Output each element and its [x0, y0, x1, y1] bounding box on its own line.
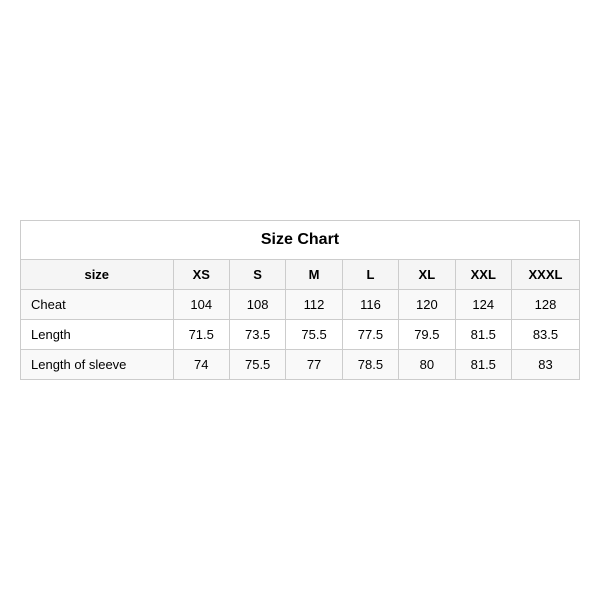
cell-value: 120	[399, 290, 455, 320]
cell-value: 78.5	[342, 350, 398, 380]
cell-value: 75.5	[286, 320, 342, 350]
cell-value: 124	[455, 290, 511, 320]
cell-value: 77	[286, 350, 342, 380]
cell-value: 80	[399, 350, 455, 380]
cell-value: 83.5	[511, 320, 579, 350]
size-chart-table: Size Chart size XS S M L XL XXL XXXL Che…	[20, 220, 580, 380]
cell-value: 77.5	[342, 320, 398, 350]
cell-value: 112	[286, 290, 342, 320]
cell-value: 81.5	[455, 320, 511, 350]
table-row: Length of sleeve7475.57778.58081.583	[21, 350, 580, 380]
cell-value: 104	[173, 290, 229, 320]
col-header-s: S	[229, 260, 285, 290]
cell-value: 74	[173, 350, 229, 380]
col-header-size: size	[21, 260, 174, 290]
cell-value: 83	[511, 350, 579, 380]
table-title: Size Chart	[21, 221, 580, 260]
cell-value: 116	[342, 290, 398, 320]
row-label: Cheat	[21, 290, 174, 320]
col-header-m: M	[286, 260, 342, 290]
table-row: Cheat104108112116120124128	[21, 290, 580, 320]
row-label: Length of sleeve	[21, 350, 174, 380]
cell-value: 75.5	[229, 350, 285, 380]
row-label: Length	[21, 320, 174, 350]
cell-value: 71.5	[173, 320, 229, 350]
cell-value: 79.5	[399, 320, 455, 350]
cell-value: 73.5	[229, 320, 285, 350]
cell-value: 108	[229, 290, 285, 320]
col-header-xxxl: XXXL	[511, 260, 579, 290]
col-header-xs: XS	[173, 260, 229, 290]
cell-value: 81.5	[455, 350, 511, 380]
table-body: Cheat104108112116120124128Length71.573.5…	[21, 290, 580, 380]
title-row: Size Chart	[21, 221, 580, 260]
table-row: Length71.573.575.577.579.581.583.5	[21, 320, 580, 350]
size-chart-container: Size Chart size XS S M L XL XXL XXXL Che…	[20, 220, 580, 380]
cell-value: 128	[511, 290, 579, 320]
col-header-xl: XL	[399, 260, 455, 290]
col-header-xxl: XXL	[455, 260, 511, 290]
header-row: size XS S M L XL XXL XXXL	[21, 260, 580, 290]
col-header-l: L	[342, 260, 398, 290]
